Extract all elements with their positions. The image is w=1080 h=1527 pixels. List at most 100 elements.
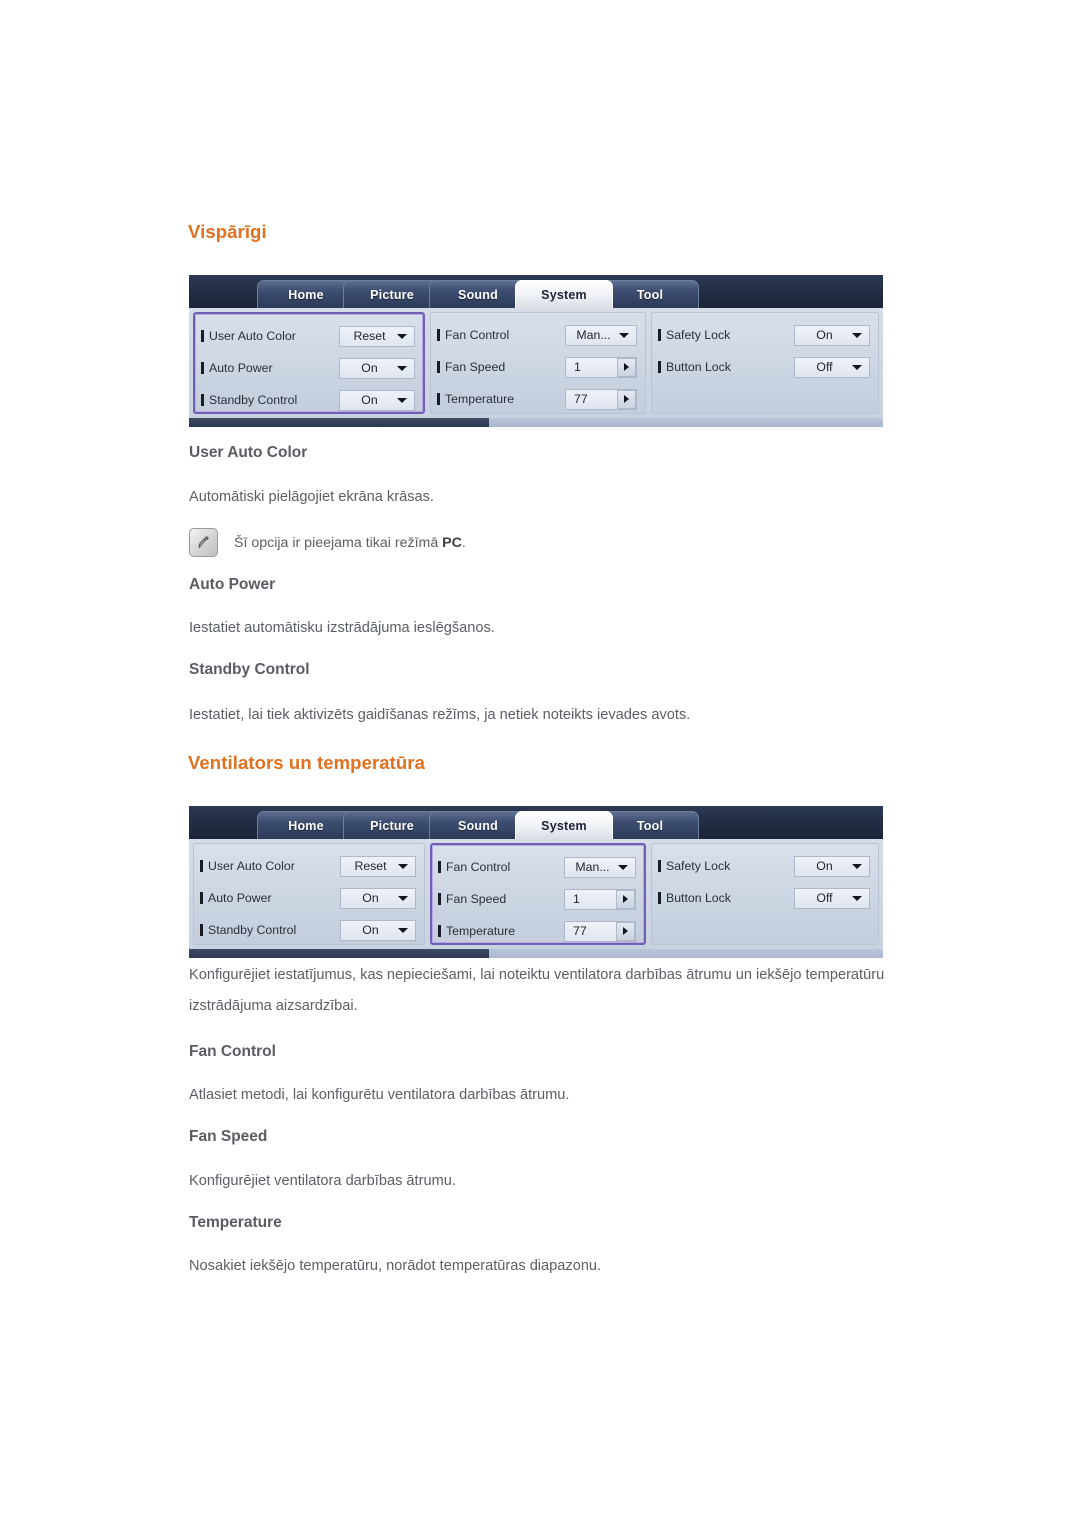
osd-row-fan-control[interactable]: Fan Control Man...	[438, 851, 636, 883]
note-text: Šī opcija ir pieejama tikai režīmā PC.	[234, 535, 466, 551]
chevron-down-icon	[618, 864, 628, 870]
osd-row-temperature[interactable]: Temperature 77	[437, 383, 637, 415]
osd-dropdown-standby-control[interactable]: On	[340, 919, 416, 941]
osd-label-text: Temperature	[446, 924, 516, 938]
osd-dropdown-safety-lock[interactable]: On	[794, 324, 870, 346]
bullet-icon	[438, 861, 441, 873]
osd-column-general[interactable]: User Auto Color Reset Auto Power On Stan…	[193, 312, 425, 414]
note-pencil-icon	[189, 528, 218, 557]
osd-label-text: Auto Power	[209, 361, 273, 375]
osd-value-text: Reset	[354, 859, 387, 873]
osd-label-text: Temperature	[445, 392, 515, 406]
osd-tab-sound[interactable]: Sound	[429, 811, 527, 839]
osd-value-text: On	[362, 923, 379, 937]
osd-row-label: Temperature	[438, 924, 564, 938]
osd-row-button-lock[interactable]: Button Lock Off	[658, 351, 870, 383]
osd-row-label: Auto Power	[201, 361, 339, 375]
description-auto-power: Iestatiet automātisku izstrādājuma ieslē…	[189, 620, 495, 636]
osd-column-general[interactable]: User Auto Color Reset Auto Power On Stan…	[193, 843, 425, 945]
osd-row-label: Standby Control	[200, 923, 340, 937]
chevron-down-icon	[852, 332, 862, 338]
osd-tab-home[interactable]: Home	[257, 280, 355, 308]
osd-row-temperature[interactable]: Temperature 77	[438, 915, 636, 947]
osd-row-label: Safety Lock	[658, 859, 794, 873]
osd-spinner-temperature[interactable]: 77	[565, 388, 637, 410]
note-user-auto-color: Šī opcija ir pieejama tikai režīmā PC.	[189, 528, 466, 557]
osd-row-safety-lock[interactable]: Safety Lock On	[658, 850, 870, 882]
osd-dropdown-user-auto-color[interactable]: Reset	[339, 325, 415, 347]
osd-tab-picture[interactable]: Picture	[343, 811, 441, 839]
osd-column-fan[interactable]: Fan Control Man... Fan Speed 1 Temperatu…	[430, 312, 646, 414]
osd-spinner-temperature[interactable]: 77	[564, 920, 636, 942]
osd-row-label: Standby Control	[201, 393, 339, 407]
osd-dropdown-fan-control[interactable]: Man...	[565, 324, 637, 346]
osd-dropdown-auto-power[interactable]: On	[339, 357, 415, 379]
chevron-down-icon	[852, 895, 862, 901]
spinner-increase-button[interactable]	[617, 357, 636, 377]
osd-dropdown-standby-control[interactable]: On	[339, 389, 415, 411]
note-text-after: .	[461, 534, 466, 551]
osd-column-fan[interactable]: Fan Control Man... Fan Speed 1 Temperatu…	[430, 843, 646, 945]
subheading-standby-control: Standby Control	[189, 661, 310, 678]
osd-spinner-fan-speed[interactable]: 1	[564, 888, 636, 910]
osd-row-user-auto-color[interactable]: User Auto Color Reset	[200, 850, 416, 882]
osd-dropdown-button-lock[interactable]: Off	[794, 356, 870, 378]
osd-tab-system[interactable]: System	[515, 280, 613, 308]
osd-row-auto-power[interactable]: Auto Power On	[200, 882, 416, 914]
bullet-icon	[658, 329, 661, 341]
description-fan-speed: Konfigurējiet ventilatora darbības ātrum…	[189, 1173, 456, 1189]
bullet-icon	[200, 892, 203, 904]
osd-dropdown-fan-control[interactable]: Man...	[564, 856, 636, 878]
osd-row-fan-speed[interactable]: Fan Speed 1	[437, 351, 637, 383]
description-standby-control: Iestatiet, lai tiek aktivizēts gaidīšana…	[189, 707, 691, 723]
spinner-increase-button[interactable]	[617, 389, 636, 409]
osd-row-label: Auto Power	[200, 891, 340, 905]
osd-row-button-lock[interactable]: Button Lock Off	[658, 882, 870, 914]
osd-row-standby-control[interactable]: Standby Control On	[201, 384, 415, 416]
osd-value-text: Reset	[353, 329, 386, 343]
osd-dropdown-auto-power[interactable]: On	[340, 887, 416, 909]
note-emphasis: PC	[442, 534, 462, 551]
osd-footer-bar	[189, 418, 883, 427]
subheading-user-auto-color: User Auto Color	[189, 444, 308, 461]
osd-dropdown-user-auto-color[interactable]: Reset	[340, 855, 416, 877]
bullet-icon	[201, 394, 204, 406]
spinner-increase-button[interactable]	[616, 889, 635, 909]
osd-column-lock[interactable]: Safety Lock On Button Lock Off	[651, 312, 879, 414]
osd-value-text: On	[361, 393, 378, 407]
bullet-icon	[658, 361, 661, 373]
osd-value-text: On	[816, 328, 833, 342]
osd-row-user-auto-color[interactable]: User Auto Color Reset	[201, 320, 415, 352]
osd-value-text: Off	[816, 360, 833, 374]
osd-row-label: Button Lock	[658, 360, 794, 374]
osd-column-lock[interactable]: Safety Lock On Button Lock Off	[651, 843, 879, 945]
osd-row-fan-speed[interactable]: Fan Speed 1	[438, 883, 636, 915]
osd-value-text: Off	[816, 891, 833, 905]
chevron-down-icon	[398, 927, 408, 933]
osd-tab-tool[interactable]: Tool	[601, 280, 699, 308]
osd-tab-home[interactable]: Home	[257, 811, 355, 839]
spinner-increase-button[interactable]	[616, 921, 635, 941]
osd-tab-picture[interactable]: Picture	[343, 280, 441, 308]
osd-dropdown-safety-lock[interactable]: On	[794, 855, 870, 877]
osd-row-standby-control[interactable]: Standby Control On	[200, 914, 416, 946]
description-fan-control: Atlasiet metodi, lai konfigurētu ventila…	[189, 1087, 570, 1103]
osd-tab-system[interactable]: System	[515, 811, 613, 839]
osd-spinner-fan-speed[interactable]: 1	[565, 356, 637, 378]
osd-tab-sound[interactable]: Sound	[429, 280, 527, 308]
osd-label-text: Fan Speed	[445, 360, 506, 374]
bullet-icon	[201, 362, 204, 374]
osd-row-safety-lock[interactable]: Safety Lock On	[658, 319, 870, 351]
osd-row-label: Fan Control	[438, 860, 564, 874]
osd-label-text: User Auto Color	[209, 329, 296, 343]
osd-row-auto-power[interactable]: Auto Power On	[201, 352, 415, 384]
osd-dropdown-button-lock[interactable]: Off	[794, 887, 870, 909]
osd-body: User Auto Color Reset Auto Power On Stan…	[189, 839, 883, 949]
osd-row-label: Fan Speed	[437, 360, 565, 374]
osd-label-text: Fan Control	[445, 328, 510, 342]
osd-tab-tool[interactable]: Tool	[601, 811, 699, 839]
osd-row-fan-control[interactable]: Fan Control Man...	[437, 319, 637, 351]
osd-label-text: Fan Speed	[446, 892, 507, 906]
intro-fan-temperature: Konfigurējiet iestatījumus, kas nepiecie…	[189, 967, 885, 1014]
osd-tab-bar: Home Picture Sound System Tool	[189, 806, 883, 839]
